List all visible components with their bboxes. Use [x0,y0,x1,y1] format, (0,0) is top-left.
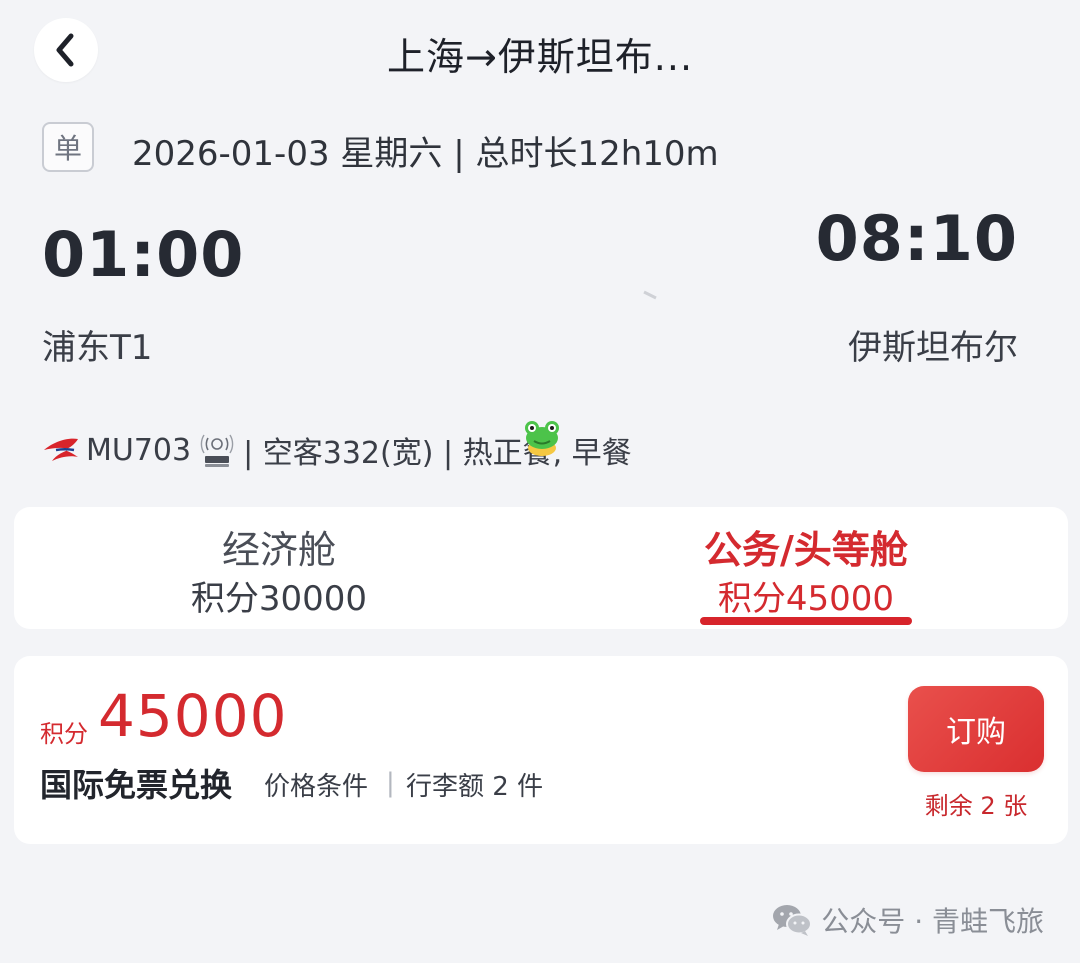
flight-date-duration: 2026-01-03 星期六 | 总时长12h10m [132,134,719,174]
points-label: 积分 [40,720,88,748]
chevron-left-icon [56,33,74,67]
page-title: 上海→伊斯坦布... [386,35,694,79]
departure-time: 01:00 [42,218,245,291]
flight-details: | 空客332(宽) | 热正餐, 早餐 [243,436,632,471]
fare-card: 积分 45000 国际免票兑换 价格条件 | 行李额 2 件 订购 剩余 2 张 [14,656,1068,844]
tab-economy-name: 经济舱 [221,528,336,572]
route-arrow-icon [426,290,657,300]
tab-economy-points: 积分30000 [190,579,368,619]
departure-airport: 浦东T1 [42,328,153,368]
book-button[interactable]: 订购 [908,686,1044,772]
wechat-icon [773,905,813,936]
baggage-allowance-link[interactable]: 行李额 2 件 [406,766,543,803]
watermark: 公众号 · 青蛙飞旅 [771,900,1044,940]
tab-business-first[interactable]: 公务/头等舱 积分45000 [544,507,1068,629]
fare-name: 国际免票兑换 [40,766,233,804]
china-eastern-logo-icon [44,438,78,461]
flight-number: MU703 [86,432,192,468]
active-tab-indicator [700,617,912,625]
watermark-text: 公众号 · 青蛙飞旅 [821,905,1044,938]
tab-economy[interactable]: 经济舱 积分30000 [14,507,544,629]
fare-divider: | [386,768,395,798]
tab-business-name: 公务/头等舱 [704,528,908,572]
back-button[interactable] [34,18,98,82]
seats-remaining: 剩余 2 张 [924,792,1028,820]
arrival-time: 08:10 [815,202,1018,275]
frog-sticker-icon [525,421,559,456]
tab-business-points: 积分45000 [717,579,895,619]
cabin-selector: 经济舱 积分30000 公务/头等舱 积分45000 [14,507,1068,629]
arrival-airport: 伊斯坦布尔 [848,328,1018,368]
price-conditions-link[interactable]: 价格条件 [264,766,368,803]
points-value: 45000 [98,682,288,750]
wifi-onboard-icon [200,434,234,467]
one-way-badge: 单 [42,122,94,172]
